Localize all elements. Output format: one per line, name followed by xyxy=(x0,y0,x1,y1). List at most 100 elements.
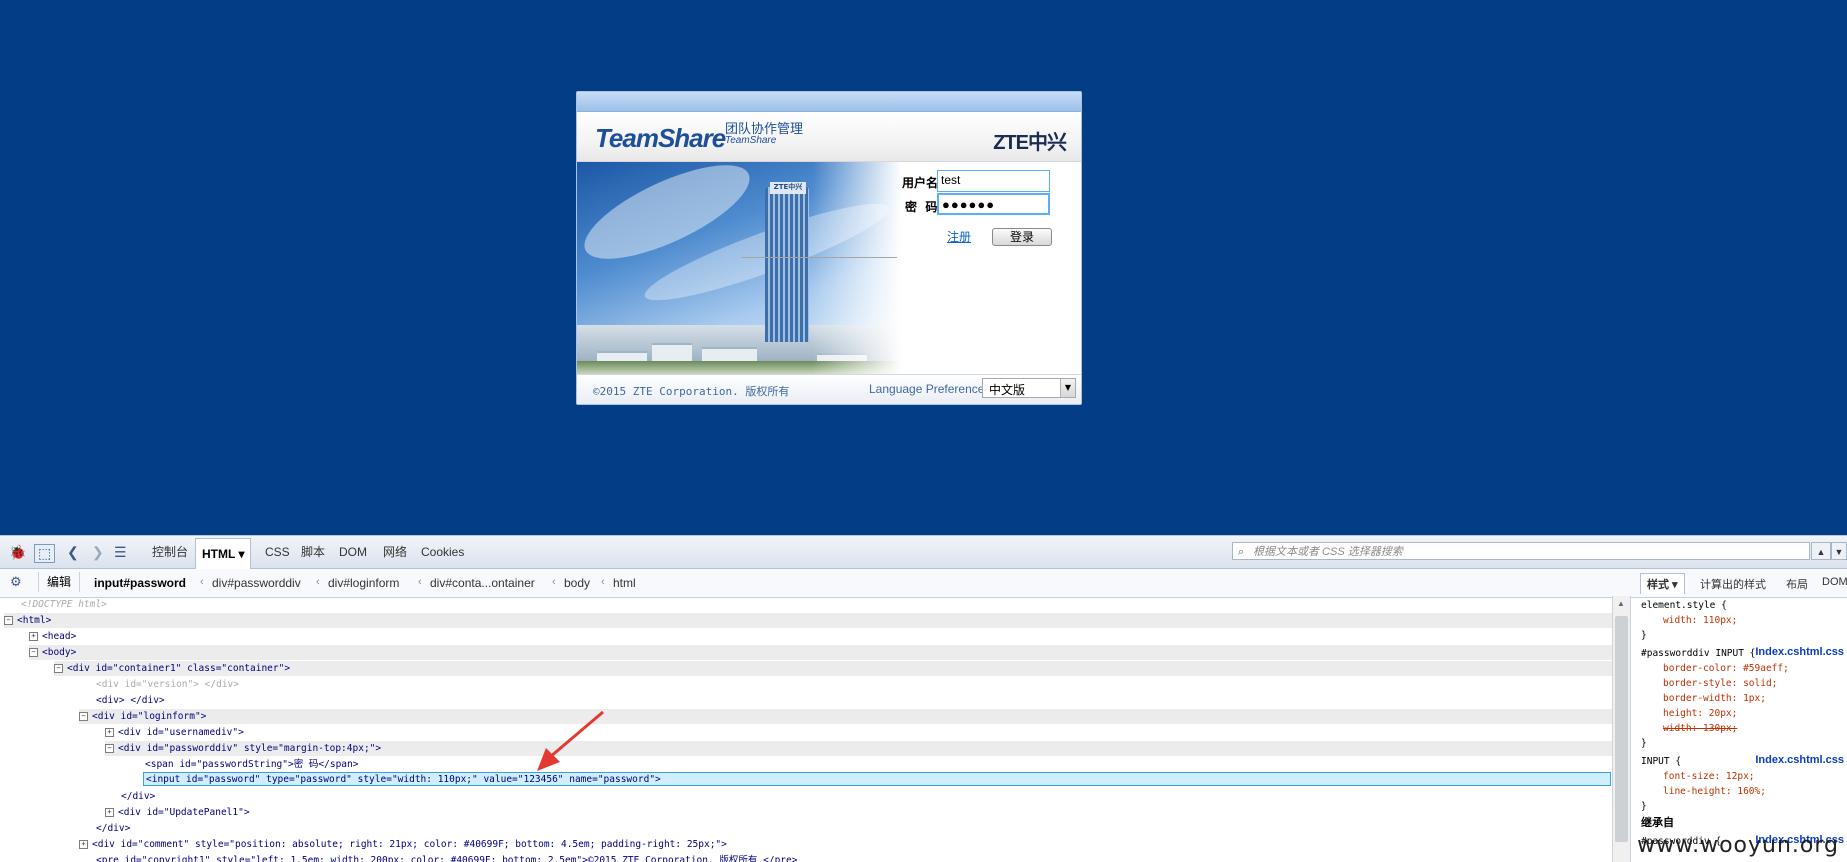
username-input[interactable]: test xyxy=(937,170,1050,192)
css-property[interactable]: line-height: 160%; xyxy=(1663,784,1766,799)
html-node-loginform[interactable]: − <div id="loginform"> xyxy=(79,709,1612,724)
devtools-search-input[interactable]: ⌕ 根据文本或者 CSS 选择器搜索 xyxy=(1232,542,1810,560)
crumb-body[interactable]: body xyxy=(564,576,590,590)
edit-button[interactable]: 编辑 xyxy=(38,572,81,592)
html-node-text: <div id="loginform"> xyxy=(92,711,207,722)
collapse-icon[interactable]: − xyxy=(29,648,38,657)
crumb-input-password[interactable]: input#password xyxy=(94,576,186,590)
collapse-icon[interactable]: − xyxy=(4,616,13,625)
brand-logo-text: TeamShare xyxy=(595,123,726,153)
tab-style[interactable]: 样式 ▾ xyxy=(1640,573,1685,594)
register-link[interactable]: 注册 xyxy=(947,228,971,245)
html-node-head[interactable]: + <head> xyxy=(29,629,76,644)
collapse-icon[interactable]: − xyxy=(54,664,63,673)
css-source-link[interactable]: Index.cshtml.css xyxy=(1755,754,1844,766)
scrollbar-thumb[interactable] xyxy=(1615,616,1628,842)
collapse-icon[interactable]: − xyxy=(79,712,88,721)
css-property[interactable]: width: 110px; xyxy=(1663,613,1737,628)
side-panel-tabs: 样式 ▾ 计算出的样式 布局 DOM xyxy=(1638,572,1847,596)
crumb-container[interactable]: div#conta...ontainer xyxy=(430,576,535,590)
settings-icon[interactable]: ⚙ xyxy=(10,574,22,590)
zte-logo: ZTE中兴 xyxy=(993,132,1067,154)
css-property-overridden[interactable]: width: 130px; xyxy=(1663,721,1737,736)
html-node-updatepanel[interactable]: + <div id="UpdatePanel1"> xyxy=(105,805,250,820)
tab-html[interactable]: HTML ▾ xyxy=(195,538,252,569)
css-property[interactable]: border-width: 1px; xyxy=(1663,691,1766,706)
expand-icon[interactable]: + xyxy=(105,808,114,817)
html-node-text: <div id="comment" style="position: absol… xyxy=(92,839,727,850)
css-property[interactable]: border-color: #59aeff; xyxy=(1663,661,1789,676)
html-node-text: <div id="usernamediv"> xyxy=(118,727,244,738)
html-node-body[interactable]: − <body> xyxy=(29,645,1612,660)
html-node-close-div[interactable]: </div> xyxy=(96,821,130,836)
panel-list-icon[interactable]: ☰ xyxy=(114,544,127,561)
tab-layout[interactable]: 布局 xyxy=(1786,576,1808,592)
html-node-passworddiv[interactable]: − <div id="passworddiv" style="margin-top… xyxy=(105,741,1612,756)
copyright-text: ©2015 ZTE Corporation. 版权所有 xyxy=(593,385,790,398)
login-footer: ©2015 ZTE Corporation. 版权所有 Language Pre… xyxy=(577,374,1081,404)
scroll-up-icon[interactable]: ▲ xyxy=(1617,599,1625,608)
search-next-icon[interactable]: ▼ xyxy=(1831,542,1847,560)
tab-computed-style[interactable]: 计算出的样式 xyxy=(1700,576,1766,592)
password-input[interactable]: ●●●●●● xyxy=(937,193,1050,215)
search-placeholder: 根据文本或者 CSS 选择器搜索 xyxy=(1253,546,1403,558)
login-button[interactable]: 登录 xyxy=(992,228,1052,246)
tab-cookies[interactable]: Cookies xyxy=(421,536,464,568)
breadcrumb: ⚙ 编辑 input#password ‹ div#passworddiv ‹ … xyxy=(0,569,1847,598)
search-prev-icon[interactable]: ▲ xyxy=(1811,542,1831,560)
crumb-separator-icon: ‹ xyxy=(200,576,204,588)
photo-divider-line xyxy=(742,257,897,258)
devtools-toolbar: 🐞 ⬚ ❮ ❯ ☰ 控制台 HTML ▾ CSS 脚本 DOM 网络 Cooki… xyxy=(0,535,1847,569)
html-node-version[interactable]: <div id="version"> </div> xyxy=(96,677,239,692)
css-property[interactable]: height: 20px; xyxy=(1663,706,1737,721)
crumb-separator-icon: ‹ xyxy=(316,576,320,588)
html-node-copyright[interactable]: <pre id="copyright1" style="left: 1.5em;… xyxy=(96,853,797,862)
tab-script[interactable]: 脚本 xyxy=(301,536,325,568)
collapse-icon[interactable]: − xyxy=(105,744,114,753)
tab-dom[interactable]: DOM xyxy=(339,536,367,568)
html-node-container[interactable]: − <div id="container1" class="container"> xyxy=(54,661,1612,676)
css-rule-close: } xyxy=(1641,630,1647,641)
html-node-input-password[interactable]: <input id="password" type="password" sty… xyxy=(146,772,661,787)
crumb-loginform[interactable]: div#loginform xyxy=(328,576,399,590)
css-source-link[interactable]: Index.cshtml.css xyxy=(1755,646,1844,658)
html-node-usernamediv[interactable]: + <div id="usernamediv"> xyxy=(105,725,244,740)
tab-network[interactable]: 网络 xyxy=(383,536,407,568)
html-panel-scrollbar[interactable]: ▲ xyxy=(1612,596,1631,862)
crumb-html[interactable]: html xyxy=(613,576,636,590)
login-body: ZTE中兴 用户名 test 密 码 ●●●●●● 注册 登录 xyxy=(577,162,1081,375)
html-node-comment[interactable]: + <div id="comment" style="position: abso… xyxy=(79,837,727,852)
chevron-down-icon[interactable]: ▼ xyxy=(1060,379,1075,397)
login-form: 用户名 test 密 码 ●●●●●● 注册 登录 xyxy=(902,162,1081,375)
html-node-html[interactable]: − <html> xyxy=(4,613,1612,628)
tab-side-dom[interactable]: DOM xyxy=(1822,576,1847,588)
login-header: TeamShare 团队协作管理 TeamShare ZTE中兴 xyxy=(577,112,1081,162)
css-property[interactable]: border-style: solid; xyxy=(1663,676,1777,691)
forward-arrow-icon[interactable]: ❯ xyxy=(92,544,104,561)
css-property[interactable]: font-size: 12px; xyxy=(1663,769,1755,784)
expand-icon[interactable]: + xyxy=(79,840,88,849)
back-arrow-icon[interactable]: ❮ xyxy=(67,544,79,561)
language-select[interactable]: 中文版 ▼ xyxy=(982,378,1076,398)
crumb-separator-icon: ‹ xyxy=(418,576,422,588)
inspect-icon[interactable]: ⬚ xyxy=(34,544,56,563)
expand-icon[interactable]: + xyxy=(105,728,114,737)
tab-css[interactable]: CSS xyxy=(265,536,290,568)
html-node-text: <body> xyxy=(42,647,77,658)
css-rule-close: } xyxy=(1641,801,1647,812)
watermark: www.wooyun.org xyxy=(1637,833,1839,858)
css-rule-close: } xyxy=(1641,738,1647,749)
html-node-empty-div[interactable]: <div> </div> xyxy=(96,693,165,708)
crumb-passworddiv[interactable]: div#passworddiv xyxy=(212,576,301,590)
html-node-text: <div id="UpdatePanel1"> xyxy=(118,807,250,818)
language-select-value: 中文版 xyxy=(989,383,1026,397)
html-node-close-div[interactable]: </div> xyxy=(121,789,155,804)
tab-console[interactable]: 控制台 xyxy=(152,536,188,568)
expand-icon[interactable]: + xyxy=(29,632,38,641)
password-label: 密 码 xyxy=(905,200,938,214)
css-selector: INPUT { xyxy=(1641,756,1682,767)
firebug-icon[interactable]: 🐞 xyxy=(9,544,26,561)
brand-subtitle-cn: 团队协作管理 xyxy=(725,121,804,136)
html-node-passwordstring[interactable]: <span id="passwordString">密 码</span> xyxy=(145,757,358,772)
inherited-section-label: 继承自 xyxy=(1641,817,1674,829)
